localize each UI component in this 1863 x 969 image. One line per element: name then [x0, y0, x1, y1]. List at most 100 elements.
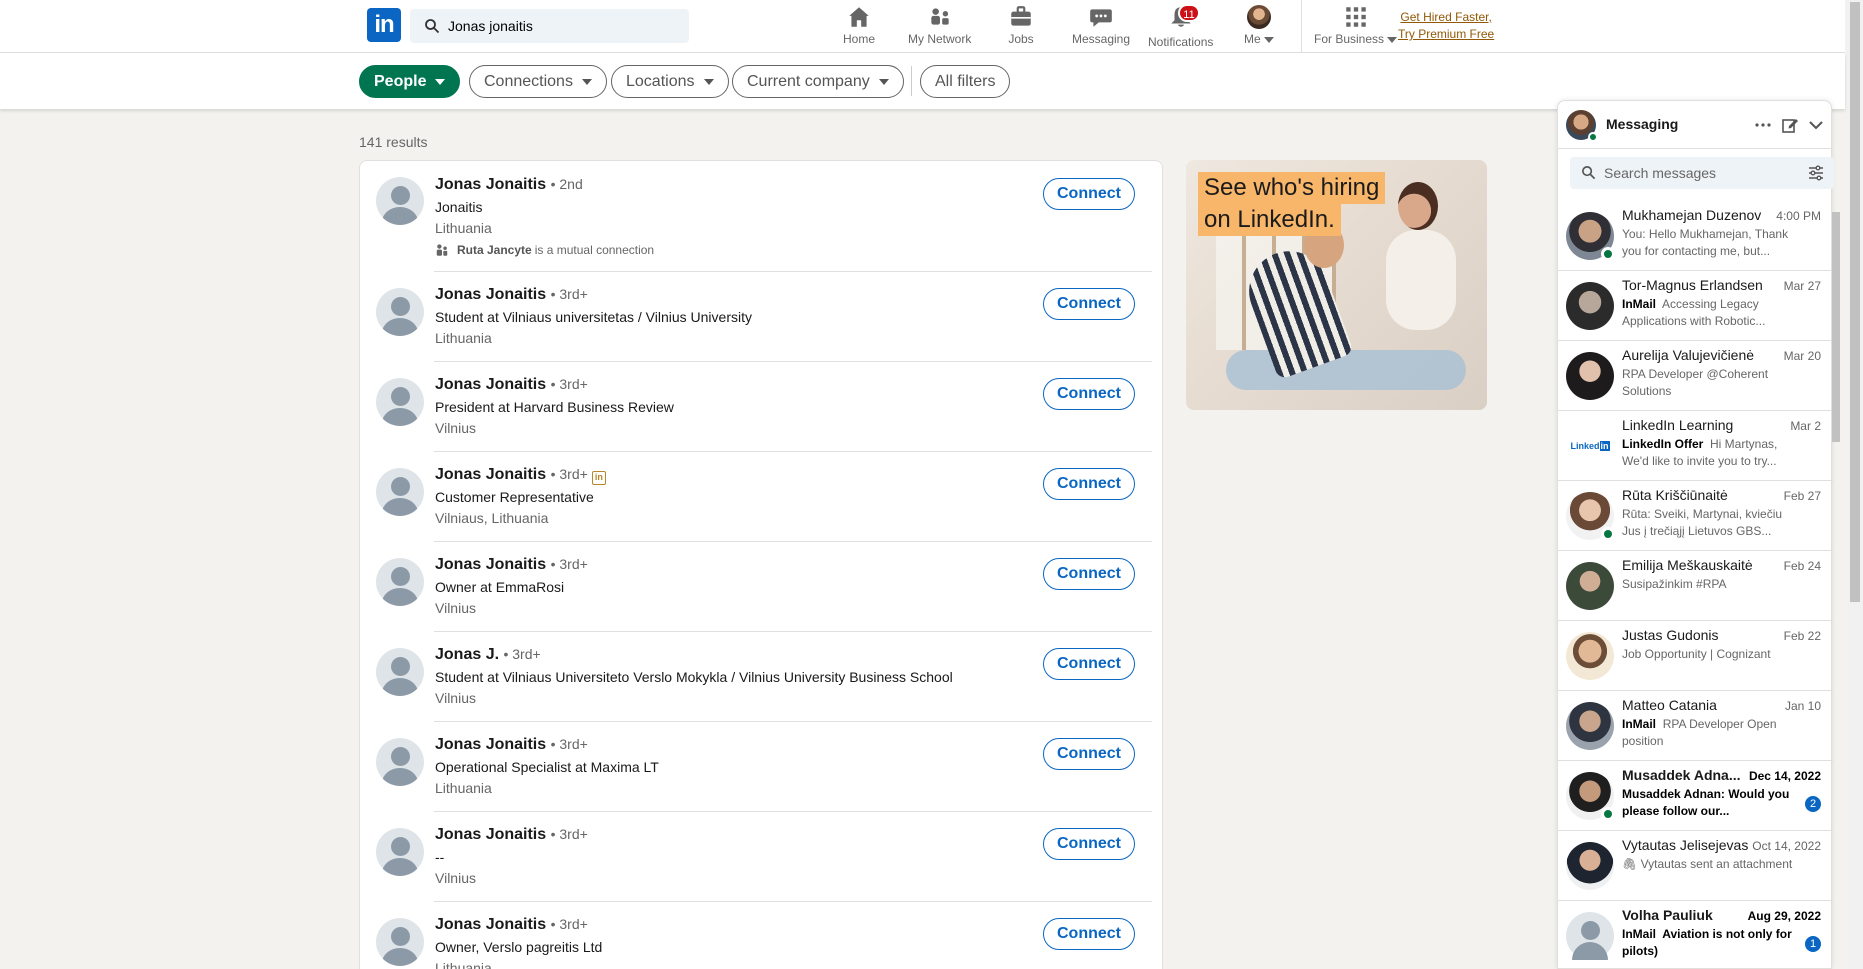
notifications-icon-wrap: 11: [1168, 4, 1200, 33]
conversation-tag: InMail: [1622, 927, 1657, 941]
filter-connections[interactable]: Connections: [469, 65, 607, 98]
linkedin-logo-icon[interactable]: in: [367, 8, 401, 42]
filter-icon[interactable]: [1808, 165, 1824, 181]
conversation-item[interactable]: Tor-Magnus Erlandsen Mar 27 InMail Acces…: [1558, 271, 1833, 341]
connect-button[interactable]: Connect: [1043, 648, 1135, 680]
connection-degree: • 3rd+: [550, 466, 588, 482]
result-location: Lithuania: [435, 330, 492, 346]
linkedin-learning-logo-icon: Linked in: [1566, 422, 1614, 470]
conversation-snippet: Susipažinkim #RPA: [1622, 577, 1727, 591]
result-headline: Owner at EmmaRosi: [435, 579, 565, 595]
connect-button[interactable]: Connect: [1043, 918, 1135, 950]
connect-button[interactable]: Connect: [1043, 178, 1135, 210]
scrollbar-thumb[interactable]: [1832, 212, 1840, 442]
unread-count-badge: 2: [1805, 796, 1821, 812]
nav-messaging[interactable]: Messaging: [1072, 4, 1130, 50]
jobs-icon: [1011, 6, 1031, 26]
nav-home[interactable]: Home: [843, 4, 875, 50]
avatar: [1566, 842, 1614, 890]
messaging-icon: [1090, 9, 1112, 27]
result-name[interactable]: Jonas Jonaitis: [435, 916, 546, 933]
result-name[interactable]: Jonas Jonaitis: [435, 826, 546, 843]
filter-people[interactable]: People: [359, 65, 461, 98]
conversation-item[interactable]: Volha Pauliuk Aug 29, 2022 InMail Aviati…: [1558, 901, 1833, 969]
conversation-item[interactable]: Justas Gudonis Feb 22 Job Opportunity | …: [1558, 621, 1833, 691]
conversation-item[interactable]: Vytautas Jelisejevas Oct 14, 2022 🖇 Vyta…: [1558, 831, 1833, 901]
result-name[interactable]: Jonas Jonaitis: [435, 466, 546, 483]
home-icon: [849, 7, 869, 27]
filter-locations[interactable]: Locations: [611, 65, 729, 98]
conversation-item[interactable]: Matteo Catania Jan 10 InMail RPA Develop…: [1558, 691, 1833, 761]
avatar[interactable]: [376, 648, 424, 696]
nav-jobs[interactable]: Jobs: [1008, 4, 1034, 50]
connect-button[interactable]: Connect: [1043, 558, 1135, 590]
result-name[interactable]: Jonas Jonaitis: [435, 286, 546, 303]
conversation-name: Tor-Magnus Erlandsen: [1622, 277, 1763, 293]
result-name[interactable]: Jonas J.: [435, 646, 499, 663]
ad-person-2-head: [1398, 182, 1438, 230]
connect-button[interactable]: Connect: [1043, 468, 1135, 500]
result-name[interactable]: Jonas Jonaitis: [435, 556, 546, 573]
conversation-item[interactable]: Rūta Kriščiūnaitė Feb 27 Rūta: Sveiki, M…: [1558, 481, 1833, 551]
connect-button[interactable]: Connect: [1043, 828, 1135, 860]
conversation-name: LinkedIn Learning: [1622, 417, 1734, 433]
unread-count-badge: 1: [1805, 936, 1821, 952]
conversation-date: Mar 2: [1790, 419, 1821, 433]
search-input[interactable]: [448, 9, 678, 43]
scrollbar-thumb[interactable]: [1850, 2, 1860, 602]
avatar: [1566, 702, 1614, 750]
filter-current-company[interactable]: Current company: [732, 65, 904, 98]
more-options-icon[interactable]: [1753, 115, 1773, 135]
result-name[interactable]: Jonas Jonaitis: [435, 376, 546, 393]
filter-all-filters[interactable]: All filters: [920, 65, 1011, 98]
nav-for-business[interactable]: For Business: [1314, 4, 1398, 50]
chevron-down-icon[interactable]: [1806, 115, 1826, 135]
connect-button[interactable]: Connect: [1043, 288, 1135, 320]
conversation-item[interactable]: Aurelija Valujevičienė Mar 20 RPA Develo…: [1558, 341, 1833, 411]
avatar[interactable]: [376, 558, 424, 606]
avatar[interactable]: [376, 828, 424, 876]
conversation-name: Justas Gudonis: [1622, 627, 1719, 643]
chevron-down-icon: [1387, 36, 1398, 43]
caret-down-icon: [581, 78, 592, 85]
avatar[interactable]: [376, 177, 424, 225]
avatar[interactable]: [376, 288, 424, 336]
result-location: Vilnius: [435, 420, 476, 436]
conversation-item[interactable]: Linked in LinkedIn Learning Mar 2 LinkedI…: [1558, 411, 1833, 481]
compose-icon[interactable]: [1780, 115, 1800, 135]
page-scrollbar[interactable]: [1847, 0, 1863, 969]
messaging-title: Messaging: [1606, 116, 1679, 132]
connection-degree: • 3rd+: [550, 826, 588, 842]
conversation-item[interactable]: Musaddek Adna... Dec 14, 2022 Musaddek A…: [1558, 761, 1833, 831]
result-name[interactable]: Jonas Jonaitis: [435, 176, 546, 193]
nav-my-network[interactable]: My Network: [908, 4, 971, 50]
messages-search-box[interactable]: Search messages: [1570, 157, 1834, 189]
nav-notifications[interactable]: 11 Notifications: [1148, 4, 1213, 50]
results-list: Jonas Jonaitis • 2nd Jonaitis Lithuania …: [359, 160, 1163, 969]
avatar[interactable]: [376, 378, 424, 426]
online-status-icon: [1601, 807, 1615, 821]
search-box[interactable]: [410, 9, 689, 43]
mutual-connection[interactable]: Ruta Jancyte is a mutual connection: [435, 243, 654, 257]
premium-line2: Try Premium Free: [1398, 27, 1495, 41]
premium-upsell-link[interactable]: Get Hired Faster, Try Premium Free: [1398, 9, 1494, 43]
avatar[interactable]: [376, 738, 424, 786]
mutual-text: is a mutual connection: [534, 243, 655, 257]
search-icon: [425, 19, 440, 34]
avatar[interactable]: [376, 468, 424, 516]
connect-button[interactable]: Connect: [1043, 738, 1135, 770]
result-headline: President at Harvard Business Review: [435, 399, 674, 415]
conversation-name: Vytautas Jelisejevas: [1622, 837, 1749, 853]
messaging-scrollbar[interactable]: [1829, 200, 1843, 969]
hiring-ad[interactable]: See who's hiring on LinkedIn.: [1186, 160, 1487, 410]
premium-line1: Get Hired Faster,: [1400, 10, 1492, 24]
conversation-item[interactable]: Mukhamejan Duzenov 4:00 PM You: Hello Mu…: [1558, 201, 1833, 271]
conversation-item[interactable]: Emilija Meškauskaitė Feb 24 Susipažinkim…: [1558, 551, 1833, 621]
nav-me[interactable]: Me: [1244, 4, 1275, 50]
avatar[interactable]: [376, 918, 424, 966]
result-name-wrap: Jonas Jonaitis • 3rd+: [435, 556, 588, 574]
messages-search-input[interactable]: Search messages: [1604, 165, 1716, 181]
result-name[interactable]: Jonas Jonaitis: [435, 736, 546, 753]
connect-button[interactable]: Connect: [1043, 378, 1135, 410]
messaging-header[interactable]: Messaging: [1558, 101, 1833, 149]
